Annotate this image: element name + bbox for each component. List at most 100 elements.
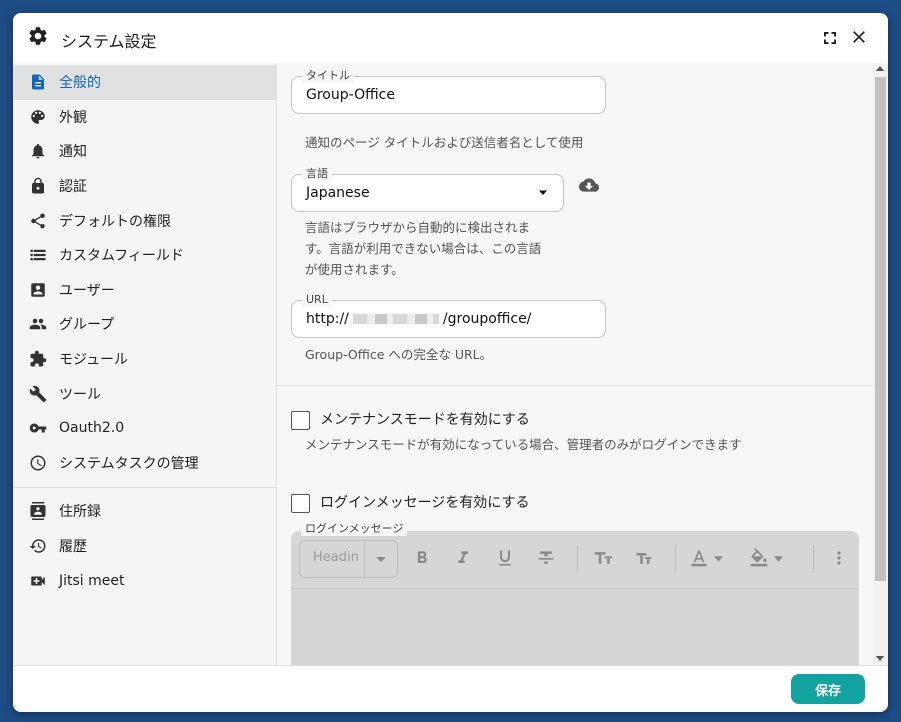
document-icon	[32, 74, 44, 90]
section-divider	[277, 385, 873, 386]
sidebar-item-default-permissions[interactable]: デフォルトの権限	[13, 203, 276, 238]
system-settings-dialog: システム設定 全般的 外観 通知 認証 デフォルトの権限 カスタムフィールド ユ…	[13, 13, 888, 712]
sidebar-item-tools[interactable]: ツール	[13, 376, 276, 411]
sidebar-item-oauth[interactable]: Oauth2.0	[13, 411, 276, 446]
text-color-icon[interactable]	[687, 548, 711, 568]
group-icon	[29, 319, 47, 330]
sidebar-item-system-tasks[interactable]: システムタスクの管理	[13, 446, 276, 481]
sidebar-item-jitsi-meet[interactable]: Jitsi meet	[13, 563, 276, 598]
maintenance-mode-hint: メンテナンスモードが有効になっている場合、管理者のみがログインできます	[305, 437, 742, 452]
lock-icon	[32, 177, 44, 194]
font-size-increase-icon[interactable]	[593, 548, 613, 568]
title-field[interactable]: タイトル Group-Office	[291, 69, 606, 114]
language-select[interactable]: 言語 Japanese	[291, 167, 564, 212]
puzzle-icon	[30, 350, 47, 367]
login-message-label: ログインメッセージを有効にする	[320, 495, 530, 511]
sidebar-item-label: デフォルトの権限	[59, 213, 171, 230]
scroll-up-arrow[interactable]	[876, 66, 884, 71]
cloud-download-icon[interactable]	[578, 175, 600, 195]
maintenance-mode-checkbox[interactable]	[291, 411, 310, 430]
font-size-decrease-icon[interactable]	[634, 548, 654, 568]
chevron-down-icon	[539, 190, 547, 195]
key-icon	[29, 423, 47, 433]
close-icon[interactable]	[849, 27, 869, 47]
dialog-header: システム設定	[13, 13, 888, 63]
scrollbar-thumb[interactable]	[875, 77, 886, 581]
login-message-checkbox[interactable]	[291, 494, 310, 513]
login-message-editor[interactable]: ログインメッセージ Headin	[291, 522, 859, 665]
sidebar-item-label: 認証	[59, 179, 87, 196]
sidebar-item-appearance[interactable]: 外観	[13, 100, 276, 135]
more-vertical-icon[interactable]	[829, 548, 849, 568]
share-icon	[31, 213, 45, 229]
settings-sidebar: 全般的 外観 通知 認証 デフォルトの権限 カスタムフィールド ユーザー グルー…	[13, 63, 277, 665]
language-select-value: Japanese	[306, 185, 370, 201]
title-field-label: タイトル	[302, 69, 354, 83]
content-scrollbar[interactable]	[873, 63, 888, 665]
toolbar-divider	[577, 545, 578, 573]
language-select-label: 言語	[302, 167, 332, 181]
user-card-icon	[31, 283, 45, 297]
sidebar-divider	[13, 487, 276, 489]
italic-icon[interactable]	[453, 548, 473, 568]
sidebar-item-label: 住所録	[59, 504, 101, 521]
sidebar-item-history[interactable]: 履歴	[13, 529, 276, 564]
scroll-down-arrow[interactable]	[876, 656, 884, 661]
dialog-title: システム設定	[61, 32, 157, 51]
maintenance-mode-label: メンテナンスモードを有効にする	[320, 412, 530, 428]
save-button[interactable]: 保存	[791, 674, 865, 704]
url-field-label: URL	[302, 293, 332, 307]
wrench-icon	[29, 385, 47, 402]
sidebar-item-label: ツール	[59, 386, 101, 403]
sidebar-item-label: システムタスクの管理	[59, 455, 199, 472]
sidebar-item-custom-fields[interactable]: カスタムフィールド	[13, 238, 276, 273]
gear-icon	[29, 27, 47, 45]
sidebar-item-groups[interactable]: グループ	[13, 307, 276, 342]
editor-body[interactable]	[291, 589, 859, 665]
fill-color-icon[interactable]	[747, 548, 771, 568]
sidebar-item-label: モジュール	[59, 352, 129, 369]
underline-icon[interactable]	[495, 548, 515, 568]
toolbar-divider	[675, 545, 676, 573]
sidebar-item-address-book[interactable]: 住所録	[13, 494, 276, 529]
list-icon	[30, 250, 46, 261]
sidebar-item-label: Oauth2.0	[59, 420, 125, 437]
chevron-down-icon	[714, 556, 723, 562]
chevron-down-icon	[364, 541, 398, 577]
clock-icon	[30, 455, 46, 471]
sidebar-item-label: カスタムフィールド	[59, 248, 184, 265]
bell-icon	[32, 144, 44, 159]
editor-toolbar: Headin	[291, 531, 859, 589]
sidebar-item-label: 履歴	[59, 539, 87, 556]
maximize-icon[interactable]	[821, 29, 839, 47]
settings-content: タイトル Group-Office 通知のページ タイトルおよび送信者名として使…	[277, 63, 873, 665]
sidebar-item-modules[interactable]: モジュール	[13, 342, 276, 377]
video-icon	[31, 576, 45, 586]
sidebar-item-users[interactable]: ユーザー	[13, 273, 276, 308]
toolbar-divider	[813, 545, 814, 573]
url-field[interactable]: URL http:///groupoffice/	[291, 293, 606, 338]
bold-icon[interactable]	[412, 548, 432, 568]
sidebar-item-label: 外観	[59, 109, 87, 126]
sidebar-item-label: 通知	[59, 144, 87, 161]
history-icon	[29, 539, 46, 553]
url-field-value: http:///groupoffice/	[306, 311, 532, 327]
sidebar-item-label: Jitsi meet	[59, 572, 125, 589]
dialog-footer: 保存	[13, 665, 888, 712]
title-field-hint: 通知のページ タイトルおよび送信者名として使用	[305, 135, 584, 150]
redacted-host	[352, 314, 439, 324]
sidebar-item-authentication[interactable]: 認証	[13, 169, 276, 204]
language-hint: 言語はブラウザから自動的に検出されま す。言語が利用できない場合は、この言語 が…	[305, 220, 542, 277]
sidebar-item-notifications[interactable]: 通知	[13, 134, 276, 169]
strikethrough-icon[interactable]	[536, 548, 556, 568]
chevron-down-icon	[774, 556, 783, 562]
contacts-icon	[30, 502, 46, 521]
heading-select[interactable]: Headin	[299, 540, 398, 578]
sidebar-item-label: 全般的	[59, 75, 101, 92]
palette-icon	[31, 110, 45, 124]
title-field-value: Group-Office	[306, 87, 395, 103]
sidebar-item-label: ユーザー	[59, 282, 115, 299]
url-field-hint: Group-Office への完全な URL。	[305, 347, 493, 362]
sidebar-item-label: グループ	[59, 317, 115, 334]
sidebar-item-general[interactable]: 全般的	[13, 65, 276, 100]
